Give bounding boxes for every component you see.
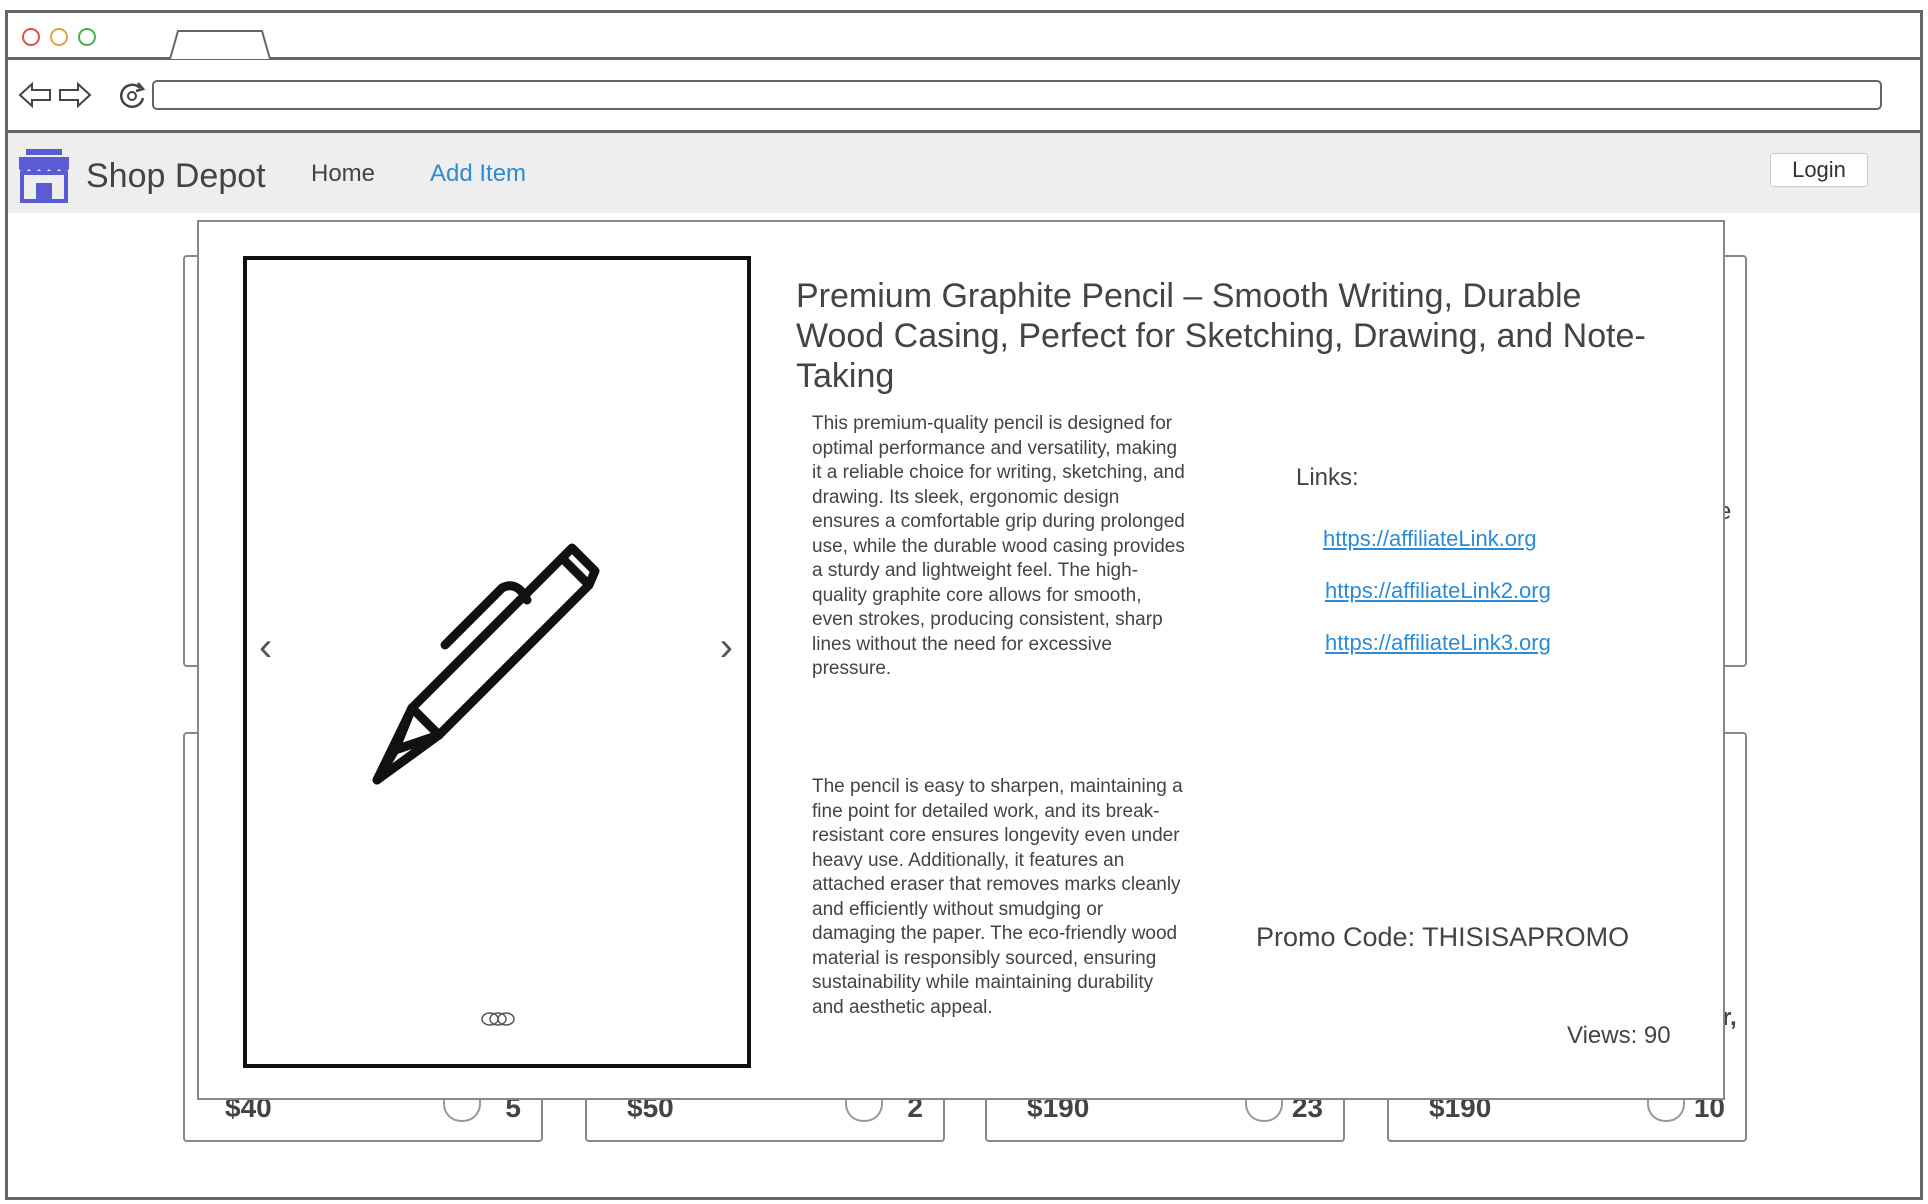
product-detail-modal: ‹ › Premium Graphite Pencil – Smooth Wri… [197,220,1725,1100]
carousel-indicators[interactable] [480,1011,516,1027]
brand-name[interactable]: Shop Depot [86,157,266,196]
pen-icon [372,543,600,785]
login-button[interactable]: Login [1770,153,1868,187]
address-bar-row [8,60,1920,133]
affiliate-link[interactable]: https://affiliateLink.org [1323,526,1537,552]
store-logo-icon[interactable] [16,147,72,203]
image-carousel: ‹ › [243,256,751,1068]
maximize-window-button[interactable] [78,28,96,46]
product-title: Premium Graphite Pencil – Smooth Writing… [796,277,1646,395]
minimize-window-button[interactable] [50,28,68,46]
close-window-button[interactable] [22,28,40,46]
links-label: Links: [1296,464,1359,491]
back-arrow-icon[interactable] [18,82,52,108]
chevron-right-icon[interactable]: › [720,625,733,670]
affiliate-link[interactable]: https://affiliateLink3.org [1325,630,1551,656]
promo-code: Promo Code: THISISAPROMO [1256,922,1630,952]
view-count: Views: 90 [1567,1022,1671,1049]
browser-tab[interactable] [168,29,272,59]
affiliate-link[interactable]: https://affiliateLink2.org [1325,578,1551,604]
tab-bar [8,13,1920,60]
url-input[interactable] [152,80,1882,110]
reload-icon[interactable] [116,80,148,112]
app-navbar: Shop Depot Home Add Item Login [8,133,1920,213]
nav-home-link[interactable]: Home [311,160,375,188]
nav-add-item-link[interactable]: Add Item [430,160,526,188]
forward-arrow-icon[interactable] [58,82,92,108]
product-description-paragraph: This premium-quality pencil is designed … [812,413,1185,679]
product-description-paragraph: The pencil is easy to sharpen, maintaini… [812,776,1183,1018]
chevron-left-icon[interactable]: ‹ [259,625,272,670]
